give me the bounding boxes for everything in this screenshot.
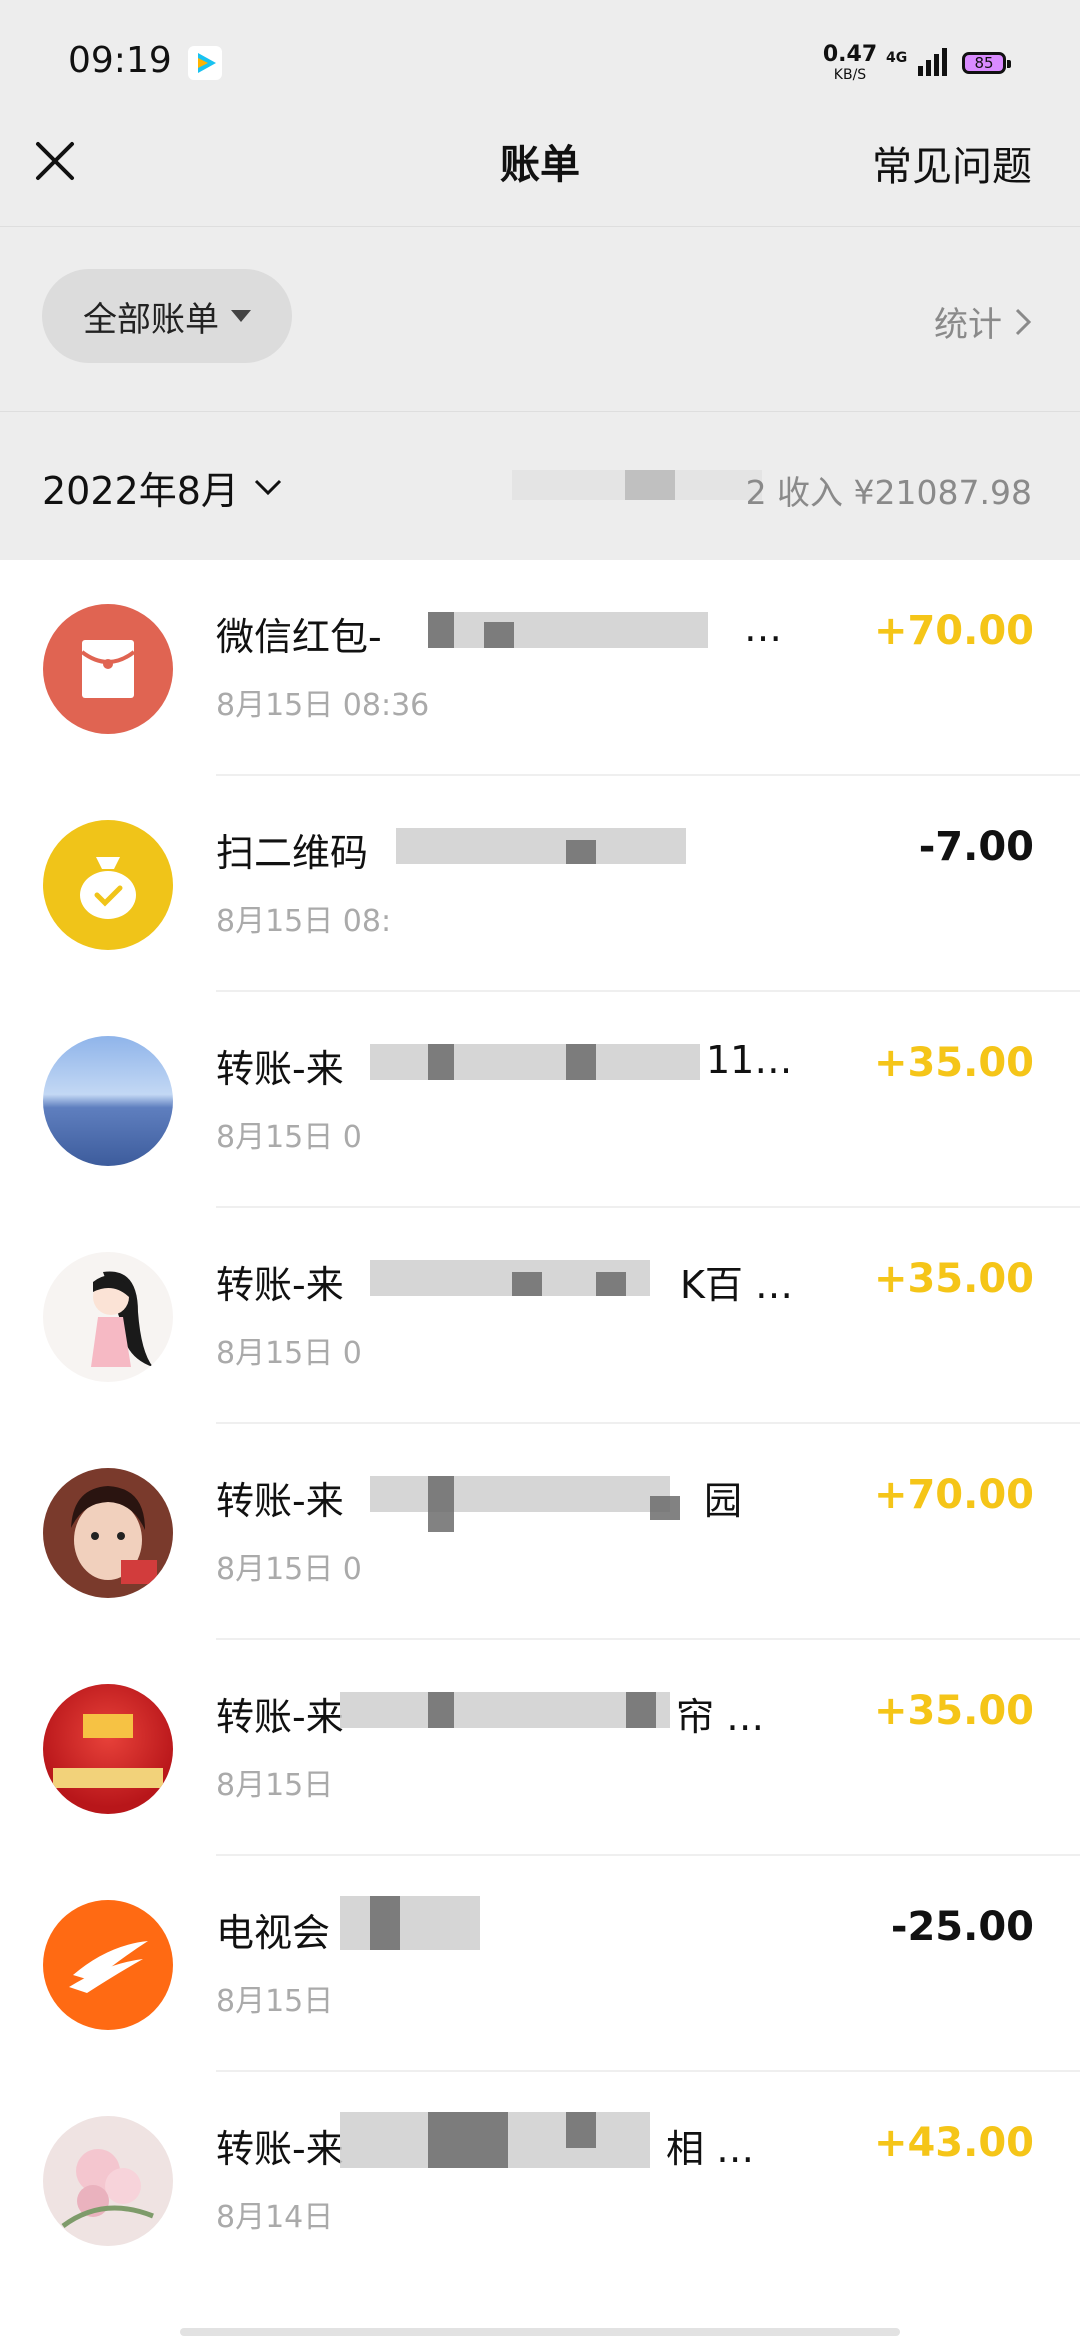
transaction-time: 8月15日 0 <box>216 1120 362 1155</box>
transaction-list: 微信红包- … 8月15日 08:36 +70.00 扫二维码 8月15日 08… <box>0 560 1080 2340</box>
girl-avatar <box>43 1252 173 1382</box>
transaction-time: 8月15日 08:36 <box>216 688 430 723</box>
transaction-title-suffix: 帘 … <box>676 1695 765 1739</box>
transaction-title-suffix: 相 … <box>666 2127 755 2171</box>
transaction-time: 8月14日 <box>216 2200 334 2235</box>
flower-avatar <box>43 2116 173 2246</box>
child-avatar <box>43 1468 173 1598</box>
transaction-title: 转账-来 <box>216 1263 344 1307</box>
transaction-amount: +70.00 <box>873 1472 1034 1518</box>
network-speed: 0.47 KB/S <box>822 42 878 83</box>
home-indicator[interactable] <box>180 2328 900 2336</box>
redaction <box>340 1692 670 1728</box>
redaction <box>566 2112 596 2148</box>
redaction <box>428 1476 454 1532</box>
month-summary: 2 收入 ¥21087.98 <box>745 473 1032 512</box>
signal-icon <box>918 48 947 76</box>
transaction-time: 8月15日 0 <box>216 1552 362 1587</box>
list-item[interactable]: 转账-来 相 … 8月14日 +43.00 <box>0 2072 1080 2288</box>
list-item[interactable]: 转账-来 帘 … 8月15日 +35.00 <box>0 1640 1080 1856</box>
transaction-title-suffix: K百 … <box>680 1263 793 1307</box>
transaction-amount: +35.00 <box>873 1040 1034 1086</box>
stats-label: 统计 <box>934 305 1002 345</box>
transaction-title-suffix: 园 <box>704 1479 743 1523</box>
list-item[interactable]: 扫二维码 8月15日 08: -7.00 <box>0 776 1080 992</box>
transaction-title-suffix: 11… <box>706 1038 793 1082</box>
redaction <box>566 840 596 864</box>
redaction <box>428 612 708 648</box>
redaction <box>370 1044 700 1080</box>
list-item[interactable]: 转账-来 K百 … 8月15日 0 +35.00 <box>0 1208 1080 1424</box>
redaction <box>340 1896 480 1950</box>
battery-icon: 85 <box>962 52 1011 74</box>
transaction-amount: -25.00 <box>890 1904 1034 1950</box>
transaction-title: 转账-来 <box>216 1047 344 1091</box>
redaction <box>512 1272 542 1296</box>
list-item[interactable]: 微信红包- … 8月15日 08:36 +70.00 <box>0 560 1080 776</box>
transaction-amount: +70.00 <box>873 608 1034 654</box>
video-app-icon <box>188 46 222 80</box>
network-type: 4G <box>886 50 908 66</box>
transaction-amount: -7.00 <box>918 824 1034 870</box>
transaction-title: 电视会 <box>216 1911 331 1955</box>
redaction <box>428 1044 454 1080</box>
filter-bar: 全部账单 统计 <box>0 227 1080 412</box>
redacted-expense-dark <box>625 470 675 500</box>
transaction-amount: +35.00 <box>873 1256 1034 1302</box>
transaction-time: 8月15日 08: <box>216 904 392 939</box>
redaction <box>396 828 686 864</box>
status-time: 09:19 <box>68 40 172 81</box>
tv-app-icon <box>43 1900 173 2030</box>
redaction <box>370 1476 670 1512</box>
red-packet-icon <box>43 604 173 734</box>
bill-filter-dropdown[interactable]: 全部账单 <box>42 269 292 363</box>
transaction-time: 8月15日 0 <box>216 1336 362 1371</box>
transaction-title-suffix: … <box>744 606 782 650</box>
dropdown-triangle-icon <box>231 310 251 322</box>
festival-avatar <box>43 1684 173 1814</box>
sea-avatar <box>43 1036 173 1166</box>
redaction <box>428 1692 454 1728</box>
faq-link[interactable]: 常见问题 <box>872 134 1032 192</box>
money-bag-icon <box>43 820 173 950</box>
redaction <box>484 622 514 648</box>
transaction-amount: +43.00 <box>873 2120 1034 2166</box>
month-bar: 2022年8月 2 收入 ¥21087.98 <box>0 412 1080 560</box>
redaction <box>566 1044 596 1080</box>
list-item[interactable]: 转账-来 11… 8月15日 0 +35.00 <box>0 992 1080 1208</box>
month-selector[interactable]: 2022年8月 <box>42 460 283 515</box>
list-item[interactable]: 电视会 8月15日 -25.00 <box>0 1856 1080 2072</box>
redaction <box>428 2112 508 2168</box>
redaction <box>596 1272 626 1296</box>
transaction-time: 8月15日 <box>216 1768 334 1803</box>
redaction <box>370 1896 400 1950</box>
transaction-time: 8月15日 <box>216 1984 334 2019</box>
transaction-title: 转账-来 <box>216 2127 344 2171</box>
transaction-amount: +35.00 <box>873 1688 1034 1734</box>
transaction-title: 微信红包- <box>216 615 382 659</box>
transaction-title: 转账-来 <box>216 1695 344 1739</box>
transaction-title: 扫二维码 <box>216 831 369 875</box>
stats-link[interactable]: 统计 <box>934 297 1032 346</box>
chevron-right-icon <box>1015 308 1032 335</box>
month-label: 2022年8月 <box>42 469 239 513</box>
bill-filter-label: 全部账单 <box>83 299 219 340</box>
chevron-down-icon <box>254 479 281 495</box>
redaction <box>650 1496 680 1520</box>
nav-bar: 账单 常见问题 <box>0 100 1080 227</box>
list-item[interactable]: 转账-来 园 8月15日 0 +70.00 <box>0 1424 1080 1640</box>
redaction <box>428 612 454 648</box>
transaction-title: 转账-来 <box>216 1479 344 1523</box>
redaction <box>626 1692 656 1728</box>
